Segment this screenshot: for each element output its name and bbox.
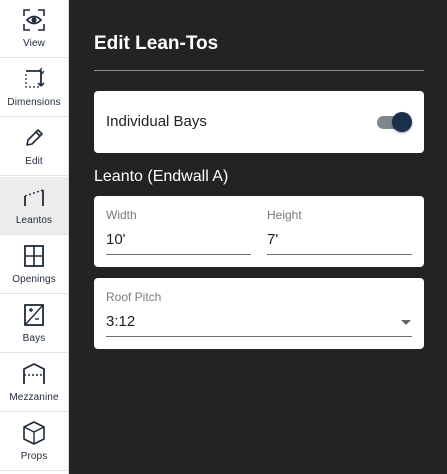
cube-icon bbox=[23, 421, 45, 445]
page-title: Edit Lean-Tos bbox=[94, 33, 219, 54]
chevron-down-icon[interactable] bbox=[401, 320, 411, 325]
edit-leantos-panel: Edit Lean-Tos Individual Bays Leanto (En… bbox=[69, 0, 447, 474]
roof-pitch-card: Roof Pitch 3:12 bbox=[94, 278, 424, 349]
height-input[interactable]: 7' bbox=[267, 231, 278, 248]
sidebar-item-view[interactable]: View bbox=[0, 0, 68, 58]
width-label: Width bbox=[106, 208, 137, 222]
height-underline bbox=[267, 254, 412, 255]
bays-icon bbox=[24, 304, 44, 326]
individual-bays-toggle[interactable] bbox=[375, 111, 413, 133]
roof-pitch-select[interactable]: 3:12 bbox=[106, 313, 135, 330]
sidebar-item-label: Mezzanine bbox=[9, 392, 59, 403]
toggle-thumb bbox=[392, 112, 412, 132]
sidebar-item-edit[interactable]: Edit bbox=[0, 118, 68, 176]
sidebar-item-openings[interactable]: Openings bbox=[0, 236, 68, 294]
sidebar-item-props[interactable]: Props bbox=[0, 413, 68, 471]
mezzanine-icon bbox=[23, 363, 45, 384]
sidebar-item-label: Dimensions bbox=[7, 97, 61, 108]
sidebar-item-label: Leantos bbox=[15, 215, 53, 226]
individual-bays-label: Individual Bays bbox=[106, 113, 207, 130]
height-label: Height bbox=[267, 208, 302, 222]
individual-bays-card: Individual Bays bbox=[94, 91, 424, 153]
sidebar-item-label: View bbox=[23, 38, 45, 49]
leanto-section-title: Leanto (Endwall A) bbox=[94, 168, 229, 185]
sidebar-item-label: Edit bbox=[25, 156, 43, 167]
leanto-icon bbox=[24, 189, 44, 206]
sidebar-item-bays[interactable]: Bays bbox=[0, 295, 68, 353]
title-divider bbox=[94, 70, 424, 71]
sidebar-item-label: Bays bbox=[22, 333, 46, 344]
sidebar-item-mezzanine[interactable]: Mezzanine bbox=[0, 354, 68, 412]
roof-pitch-label: Roof Pitch bbox=[106, 290, 162, 304]
roof-pitch-underline bbox=[106, 336, 412, 337]
dimensions-card: Width 10' Height 7' bbox=[94, 196, 424, 267]
eye-icon bbox=[23, 9, 45, 31]
window-icon bbox=[24, 245, 44, 267]
sidebar-item-leantos[interactable]: Leantos bbox=[0, 177, 68, 235]
dimensions-icon bbox=[25, 67, 45, 88]
sidebar-nav: View Dimensions Edit Leantos Openings Ba… bbox=[0, 0, 69, 474]
pencil-icon bbox=[26, 129, 43, 146]
width-underline bbox=[106, 254, 251, 255]
sidebar-item-label: Openings bbox=[12, 274, 56, 285]
width-input[interactable]: 10' bbox=[106, 231, 126, 248]
sidebar-item-label: Props bbox=[20, 451, 48, 462]
sidebar-item-dimensions[interactable]: Dimensions bbox=[0, 59, 68, 117]
